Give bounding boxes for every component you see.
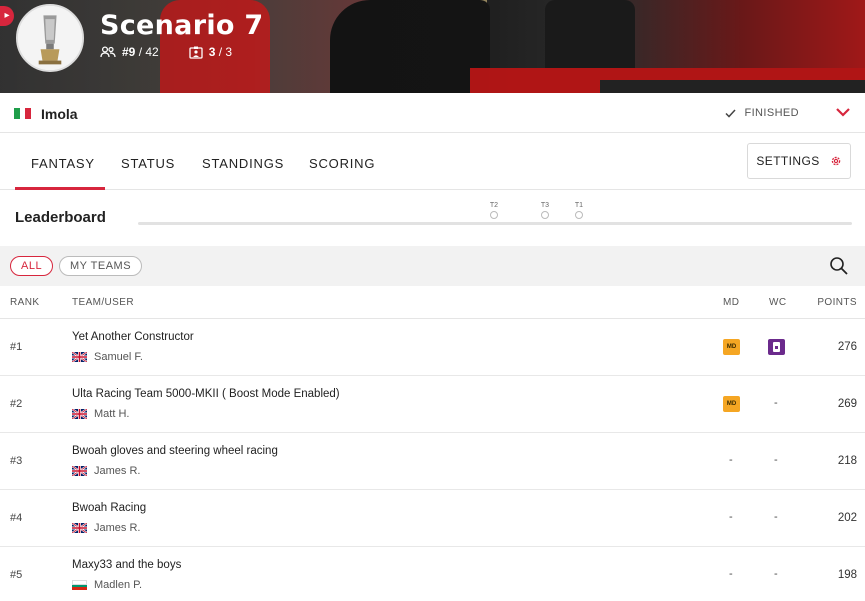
teams-count: 3 / 3 [189,45,232,59]
filter-all-chip[interactable]: ALL [10,256,54,276]
table-row[interactable]: #3 Bwoah gloves and steering wheel racin… [0,433,865,490]
team-marker[interactable]: T2 [484,202,504,219]
md-empty: - [729,454,733,466]
uk-flag-icon [72,466,87,476]
md-chip-badge: MD [723,339,740,355]
filter-my-teams-chip[interactable]: MY TEAMS [59,256,143,276]
row-user: James R. [72,465,140,477]
wc-empty: - [774,454,778,466]
id-card-icon [189,46,203,59]
team-marker[interactable]: T3 [535,202,555,219]
settings-button[interactable]: SETTINGS [747,143,851,179]
team-marker-label: T2 [489,202,499,209]
rank-value: #9 [122,45,136,59]
tab-scoring[interactable]: SCORING [309,156,375,171]
row-team-name[interactable]: Bwoah Racing [72,502,146,514]
settings-label: SETTINGS [756,154,820,168]
team-marker[interactable]: T1 [569,202,589,219]
table-row[interactable]: #1 Yet Another Constructor Samuel F. MD … [0,319,865,376]
hero-meta: #9 / 42 3 / 3 [100,45,262,59]
race-status: FINISHED [725,107,799,119]
row-points: 276 [837,341,857,353]
col-wc[interactable]: WC [769,297,786,308]
row-user: James R. [72,522,140,534]
tab-status[interactable]: STATUS [121,156,175,171]
row-team-name[interactable]: Yet Another Constructor [72,331,194,343]
tab-bar: FANTASY STATUS STANDINGS SCORING SETTING… [0,133,865,190]
leaderboard-header: Leaderboard T2 T3 T1 [0,190,865,246]
row-rank: #5 [10,569,23,581]
wildcard-chip-badge [768,339,785,355]
chevron-down-icon[interactable] [835,105,851,119]
table-header: RANK TEAM/USER MD WC POINTS [0,286,865,319]
row-team-name[interactable]: Maxy33 and the boys [72,559,181,571]
wc-empty: - [774,511,778,523]
tab-fantasy[interactable]: FANTASY [31,156,95,171]
row-user-name: Matt H. [94,408,130,420]
md-empty: - [729,568,733,580]
race-location-bar[interactable]: Imola FINISHED [0,93,865,133]
table-row[interactable]: #4 Bwoah Racing James R. - - 202 [0,490,865,547]
map-pin-icon [575,211,583,219]
row-user-name: James R. [94,522,141,534]
teams-total: / 3 [218,45,233,59]
uk-flag-icon [72,409,87,419]
map-pin-icon [541,211,549,219]
check-icon [725,108,737,118]
row-rank: #4 [10,512,23,524]
row-points: 218 [837,455,857,467]
search-icon[interactable] [829,256,849,276]
team-marker-label: T1 [574,202,584,209]
leaderboard-title: Leaderboard [15,209,106,226]
hero-banner: ▸ Scenario 7 #9 / 42 3 / 3 [0,0,865,93]
users-icon [100,46,116,58]
row-points: 202 [837,512,857,524]
map-pin-icon [490,211,498,219]
col-points[interactable]: POINTS [817,297,857,308]
uk-flag-icon [72,523,87,533]
scenario-title: Scenario 7 [100,10,264,41]
row-user: Madlen P. [72,579,142,591]
row-user-name: Madlen P. [94,579,143,591]
row-team-name[interactable]: Bwoah gloves and steering wheel racing [72,445,278,457]
md-empty: - [729,511,733,523]
gear-icon [831,156,840,166]
row-user: Samuel F. [72,351,143,363]
teams-value: 3 [208,45,216,59]
league-rank: #9 / 42 [100,45,159,59]
table-row[interactable]: #2 Ulta Racing Team 5000-MKII ( Boost Mo… [0,376,865,433]
row-user: Matt H. [72,408,129,420]
row-rank: #2 [10,398,23,410]
row-points: 269 [837,398,857,410]
italy-flag-icon [14,108,32,119]
bulgaria-flag-icon [72,580,87,591]
row-user-name: Samuel F. [94,351,143,363]
team-marker-label: T3 [540,202,550,209]
wc-empty: - [774,568,778,580]
league-trophy-logo [16,4,84,72]
col-rank[interactable]: RANK [10,297,39,308]
wc-empty: - [774,397,778,409]
row-rank: #3 [10,455,23,467]
uk-flag-icon [72,352,87,362]
row-team-name[interactable]: Ulta Racing Team 5000-MKII ( Boost Mode … [72,388,340,400]
row-rank: #1 [10,341,23,353]
race-status-label: FINISHED [744,107,799,119]
leaderboard-track [138,222,852,225]
col-team-user[interactable]: TEAM/USER [72,297,134,308]
row-user-name: James R. [94,465,141,477]
tab-standings[interactable]: STANDINGS [202,156,284,171]
col-md[interactable]: MD [723,297,739,308]
md-chip-badge: MD [723,396,740,412]
rank-total: / 42 [138,45,159,59]
filter-bar: ALL MY TEAMS [0,246,865,286]
table-row[interactable]: #5 Maxy33 and the boys Madlen P. - - 198 [0,547,865,601]
row-points: 198 [837,569,857,581]
race-location-name: Imola [41,106,78,122]
